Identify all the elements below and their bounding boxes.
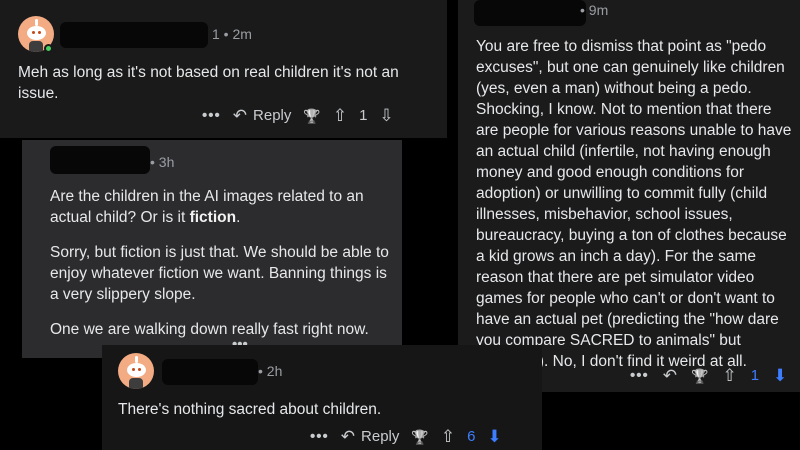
online-indicator: [44, 44, 53, 53]
more-options-button[interactable]: •••: [630, 367, 649, 384]
redacted-username: [50, 146, 150, 174]
redacted-username: [474, 0, 586, 26]
comment-body: There's nothing sacred about children.: [118, 401, 382, 418]
reply-button[interactable]: ↶ Reply: [233, 107, 292, 124]
redacted-username: [60, 22, 208, 48]
paragraph-2: Sorry, but fiction is just that. We shou…: [50, 244, 389, 303]
comment-meta: • 9m: [580, 2, 609, 18]
reply-button[interactable]: ↶ Reply: [341, 428, 400, 445]
vote-count: 1: [750, 367, 760, 384]
comment-card-4: • 9m You are free to dismiss that point …: [458, 0, 800, 392]
paragraph-3: One we are walking down really fast righ…: [50, 321, 369, 338]
redacted-username: [162, 359, 258, 385]
downvote-active-icon[interactable]: ⬇: [773, 367, 787, 384]
comment-body: You are free to dismiss that point as "p…: [476, 38, 792, 370]
downvote-icon[interactable]: ⇩: [379, 107, 393, 124]
comment-actions: ••• ↶ Reply 🏆 ⇧ 6 ⬇: [310, 428, 502, 445]
comment-meta: • 2h: [258, 363, 283, 379]
para1-end: .: [236, 209, 241, 226]
reply-label: Reply: [253, 107, 292, 124]
comment-body: Meh as long as it's not based on real ch…: [18, 64, 399, 102]
upvote-icon[interactable]: ⇧: [333, 107, 347, 124]
comment-card-3: • 2h There's nothing sacred about childr…: [102, 345, 542, 450]
user-avatar[interactable]: [118, 353, 154, 389]
reply-icon[interactable]: ↶: [663, 367, 677, 384]
comment-meta: • 3h: [150, 154, 175, 170]
award-icon[interactable]: 🏆: [691, 369, 708, 383]
comment-card-1: 1 • 2m Meh as long as it's not based on …: [0, 0, 447, 138]
reply-icon: ↶: [232, 106, 248, 125]
more-options-button[interactable]: •••: [202, 107, 221, 124]
upvote-icon[interactable]: ⇧: [722, 367, 736, 384]
award-icon[interactable]: 🏆: [411, 430, 428, 444]
comment-actions: ••• ↶ 🏆 ⇧ 1 ⬇: [630, 367, 787, 384]
reply-icon: ↶: [340, 427, 356, 446]
comment-card-2: • 3h Are the children in the AI images r…: [22, 140, 402, 358]
reply-label: Reply: [361, 428, 400, 445]
award-icon[interactable]: 🏆: [303, 109, 320, 123]
downvote-active-icon[interactable]: ⬇: [487, 428, 501, 445]
comment-meta: 1 • 2m: [212, 26, 252, 42]
upvote-icon[interactable]: ⇧: [441, 428, 455, 445]
vote-count: 1: [359, 107, 368, 124]
para1-bold: fiction: [189, 209, 237, 226]
vote-count: 6: [467, 428, 476, 445]
comment-body: Are the children in the AI images relate…: [50, 186, 390, 354]
comment-actions: ••• ↶ Reply 🏆 ⇧ 1 ⇩: [202, 107, 394, 124]
more-options-button[interactable]: •••: [310, 428, 329, 445]
paragraph-1: Are the children in the AI images relate…: [50, 186, 390, 228]
